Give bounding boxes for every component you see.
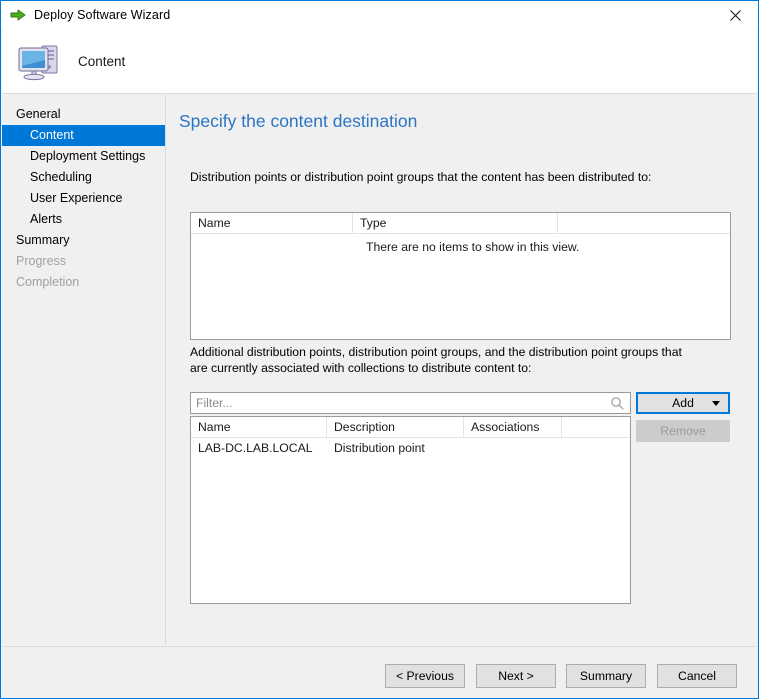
- sidebar-item-deployment-settings[interactable]: Deployment Settings: [2, 146, 165, 167]
- sidebar-item-label: General: [16, 107, 61, 121]
- close-icon[interactable]: [712, 1, 758, 29]
- sidebar-item-general[interactable]: General: [2, 104, 165, 125]
- table-row[interactable]: LAB-DC.LAB.LOCAL Distribution point: [191, 438, 630, 458]
- filter-box[interactable]: [190, 392, 631, 414]
- listview-header: Name Type: [191, 213, 730, 234]
- available-distribution-points-listview[interactable]: Name Description Associations LAB-DC.LAB.L…: [190, 416, 631, 604]
- sidebar-item-label: Progress: [16, 254, 67, 268]
- sidebar-item-alerts[interactable]: Alerts: [2, 209, 165, 230]
- sidebar-item-content[interactable]: Content: [2, 125, 165, 146]
- listview-header: Name Description Associations: [191, 417, 630, 438]
- column-header-spacer: [562, 417, 630, 437]
- wizard-step-navigation: General Content Deployment Settings Schedul…: [2, 94, 166, 645]
- sidebar-item-label: User Experience: [30, 191, 123, 205]
- column-header-spacer: [558, 213, 730, 233]
- cell-description: Distribution point: [334, 441, 425, 455]
- search-icon[interactable]: [607, 393, 627, 413]
- column-header-description[interactable]: Description: [327, 417, 464, 437]
- top-list-label: Distribution points or distribution poin…: [190, 170, 652, 184]
- sidebar-item-scheduling[interactable]: Scheduling: [2, 167, 165, 188]
- main-content-pane: Specify the content destination Distribu…: [167, 94, 758, 645]
- filter-input[interactable]: [191, 393, 607, 413]
- sidebar-item-label: Content: [30, 128, 74, 142]
- page-title: Specify the content destination: [179, 111, 418, 131]
- page-heading: Content: [78, 53, 126, 69]
- cancel-button[interactable]: Cancel: [657, 664, 737, 688]
- sidebar-item-user-experience[interactable]: User Experience: [2, 188, 165, 209]
- listview-body: LAB-DC.LAB.LOCAL Distribution point: [191, 438, 630, 458]
- bottom-list-label: Additional distribution points, distribu…: [190, 345, 682, 375]
- wizard-header: Content: [2, 29, 757, 94]
- empty-state-message: There are no items to show in this view.: [366, 240, 580, 254]
- add-button-label: Add: [672, 396, 694, 410]
- computer-icon: [10, 35, 70, 87]
- column-header-associations[interactable]: Associations: [464, 417, 562, 437]
- distributed-content-listview[interactable]: Name Type There are no items to show in t…: [190, 212, 731, 340]
- column-header-name[interactable]: Name: [191, 213, 353, 233]
- window-title: Deploy Software Wizard: [34, 8, 171, 22]
- sidebar-item-progress: Progress: [2, 251, 165, 272]
- summary-button[interactable]: Summary: [566, 664, 646, 688]
- next-button[interactable]: Next >: [476, 664, 556, 688]
- column-header-name[interactable]: Name: [191, 417, 327, 437]
- remove-button[interactable]: Remove: [636, 420, 730, 442]
- add-button[interactable]: Add: [636, 392, 730, 414]
- sidebar-item-completion: Completion: [2, 272, 165, 293]
- green-arrow-icon: [10, 7, 26, 23]
- sidebar-item-label: Completion: [16, 275, 80, 289]
- cell-name: LAB-DC.LAB.LOCAL: [198, 441, 313, 455]
- sidebar-item-label: Summary: [16, 233, 70, 247]
- chevron-down-icon: [712, 401, 720, 406]
- sidebar-item-label: Deployment Settings: [30, 149, 146, 163]
- title-bar: Deploy Software Wizard: [1, 1, 758, 29]
- wizard-footer: < Previous Next > Summary Cancel: [2, 646, 757, 698]
- sidebar-item-label: Scheduling: [30, 170, 92, 184]
- column-header-type[interactable]: Type: [353, 213, 558, 233]
- sidebar-item-summary[interactable]: Summary: [2, 230, 165, 251]
- sidebar-item-label: Alerts: [30, 212, 62, 226]
- previous-button[interactable]: < Previous: [385, 664, 465, 688]
- deploy-software-wizard-window: Deploy Software Wizard Content General C…: [0, 0, 759, 699]
